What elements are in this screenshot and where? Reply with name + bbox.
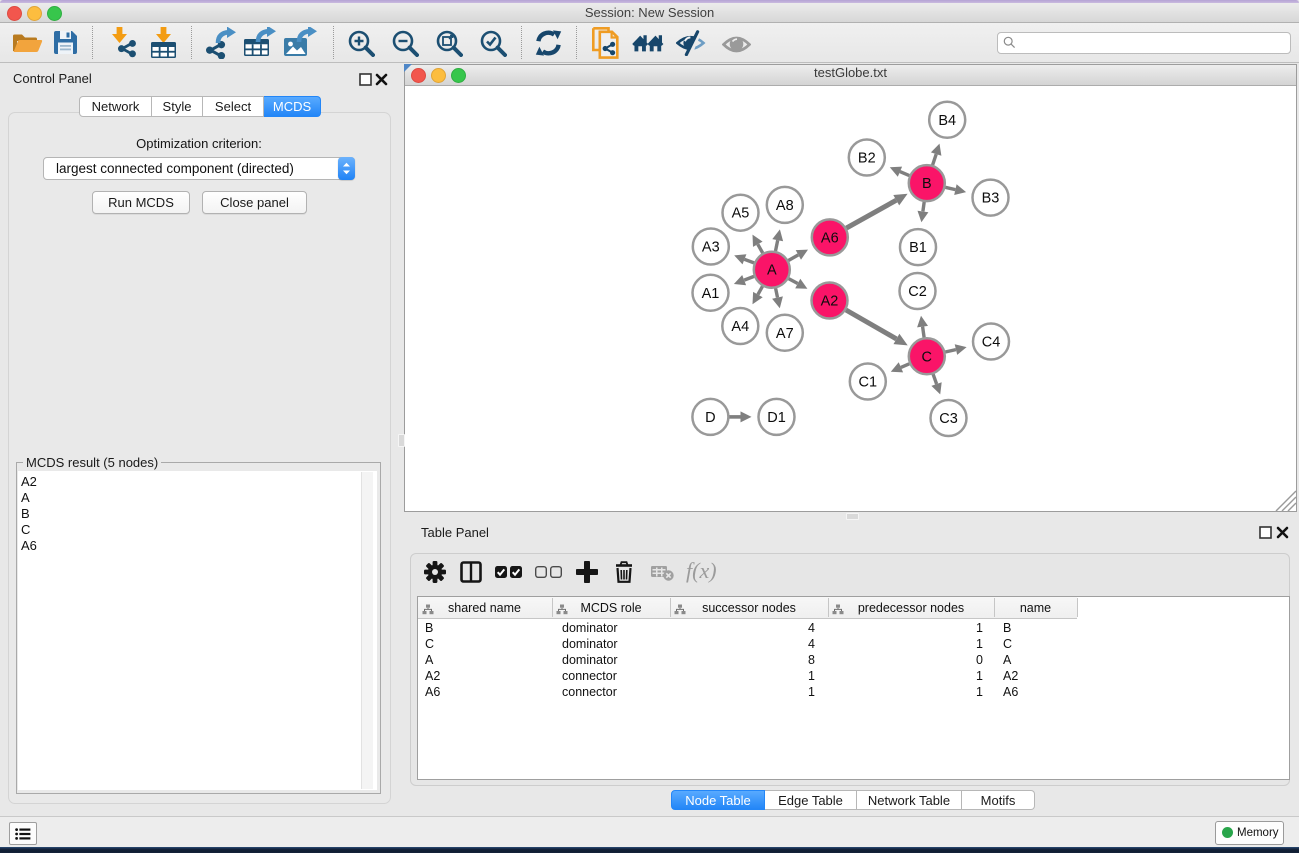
svg-text:A: A	[767, 263, 777, 279]
svg-text:D1: D1	[767, 410, 786, 426]
svg-text:A2: A2	[821, 294, 839, 310]
svg-text:B1: B1	[909, 240, 927, 256]
svg-text:C4: C4	[982, 335, 1001, 351]
svg-text:B4: B4	[938, 113, 956, 129]
svg-text:A3: A3	[702, 240, 720, 256]
svg-text:A4: A4	[731, 319, 749, 335]
svg-text:C3: C3	[939, 411, 958, 427]
svg-text:B3: B3	[982, 191, 1000, 207]
svg-text:A7: A7	[776, 326, 794, 342]
svg-text:A1: A1	[702, 286, 720, 302]
svg-text:C2: C2	[908, 284, 927, 300]
svg-text:A5: A5	[732, 206, 750, 222]
svg-text:C1: C1	[859, 375, 878, 391]
svg-text:A8: A8	[776, 198, 794, 214]
svg-text:C: C	[922, 349, 932, 365]
svg-text:B: B	[922, 176, 932, 192]
svg-text:A6: A6	[821, 230, 839, 246]
svg-text:D: D	[705, 410, 715, 426]
svg-text:B2: B2	[858, 151, 876, 167]
